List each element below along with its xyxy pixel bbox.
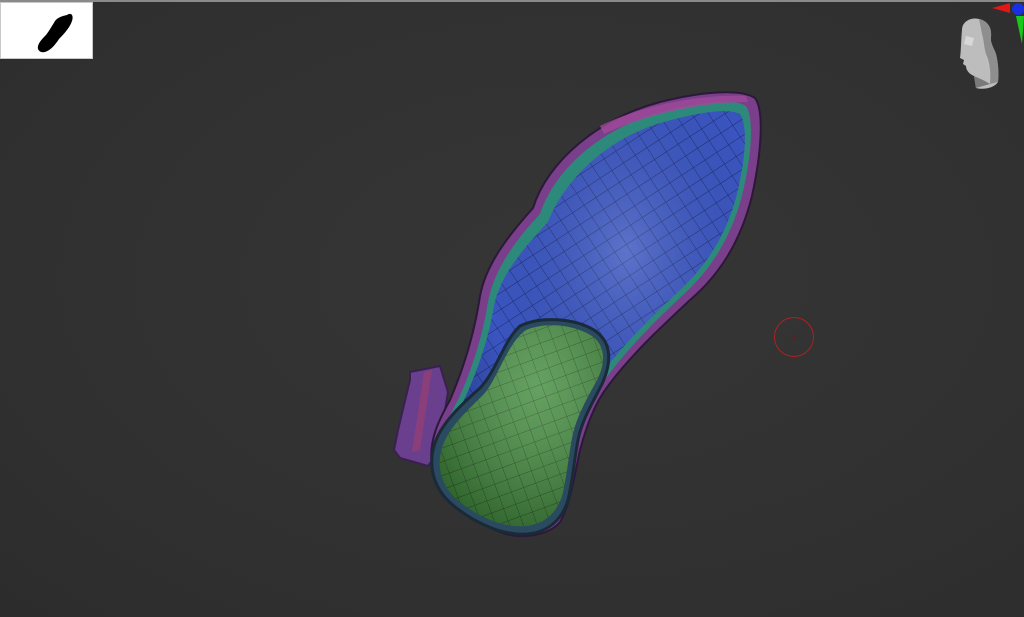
brush-cursor-center [793, 336, 796, 339]
brush-cursor [774, 317, 814, 357]
3d-viewport[interactable] [0, 0, 1024, 617]
shoe-mesh-model[interactable] [0, 0, 1024, 617]
